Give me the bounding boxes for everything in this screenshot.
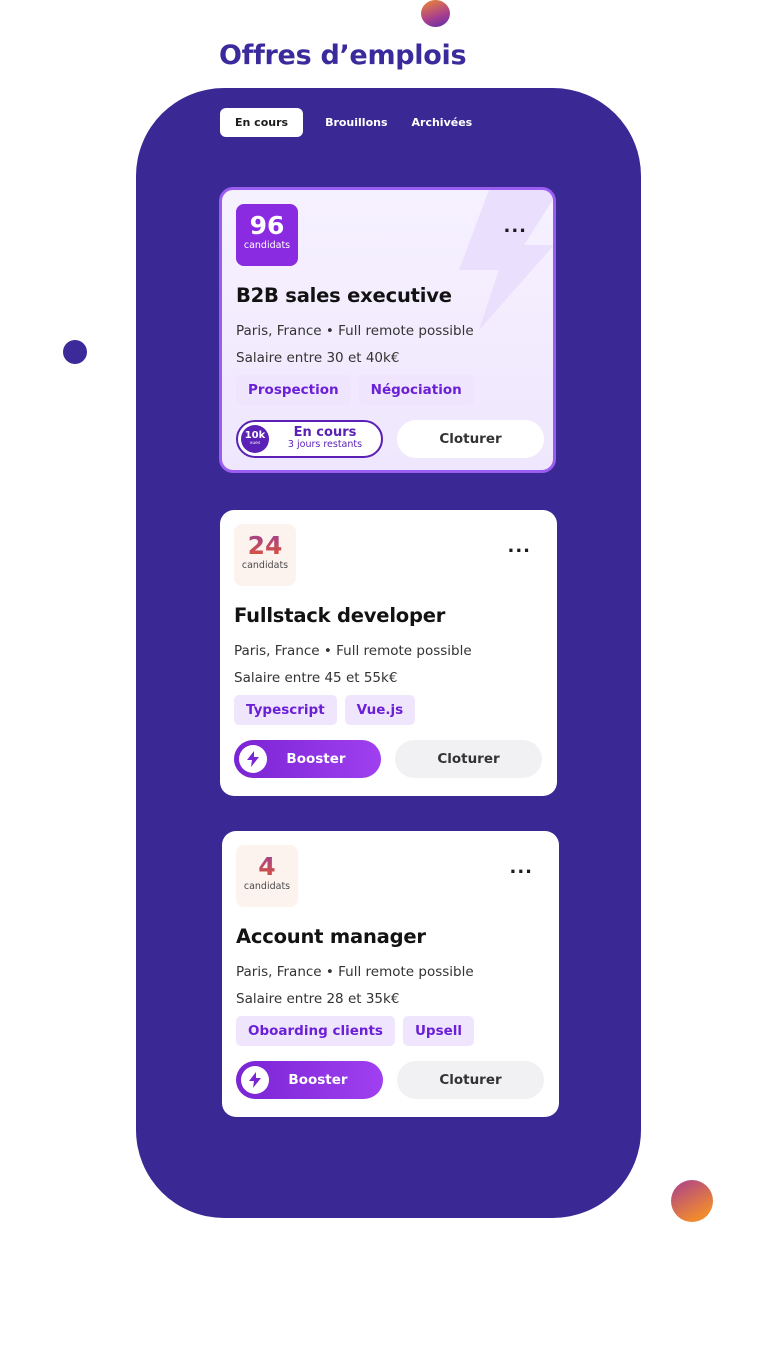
- views-label: vues: [249, 441, 261, 446]
- lightning-bolt-icon: [239, 745, 267, 773]
- job-title: Fullstack developer: [234, 604, 446, 627]
- tag: Négociation: [358, 375, 474, 405]
- page-title: Offres d’emplois: [219, 40, 467, 71]
- card-actions: Booster Cloturer: [234, 740, 542, 778]
- booster-button[interactable]: Booster: [236, 1061, 383, 1099]
- tag: Oboarding clients: [236, 1016, 395, 1046]
- lightning-bolt-icon: [459, 190, 553, 330]
- job-location: Paris, France • Full remote possible: [236, 323, 474, 339]
- job-card[interactable]: 96 candidats ... B2B sales executive Par…: [219, 187, 556, 473]
- views-count: 10k: [244, 430, 266, 441]
- decorative-dot-right: [671, 1180, 713, 1222]
- tab-en-cours[interactable]: En cours: [220, 108, 304, 137]
- booster-button[interactable]: Booster: [234, 740, 381, 778]
- job-location: Paris, France • Full remote possible: [234, 643, 472, 659]
- booster-label: Booster: [288, 1072, 348, 1088]
- candidates-label: candidats: [243, 240, 291, 251]
- tag: Prospection: [236, 375, 351, 405]
- tab-archivees[interactable]: Archivées: [400, 108, 485, 137]
- tag: Upsell: [402, 1016, 475, 1046]
- job-card[interactable]: 24 candidats ... Fullstack developer Par…: [220, 510, 557, 796]
- job-title: Account manager: [236, 925, 426, 948]
- job-card[interactable]: 4 candidats ... Account manager Paris, F…: [222, 831, 559, 1117]
- status-label: En cours: [293, 425, 357, 440]
- job-salary: Salaire entre 45 et 55k€: [234, 670, 398, 686]
- status-pill[interactable]: 10k vues En cours 3 jours restants: [236, 420, 383, 458]
- job-salary: Salaire entre 30 et 40k€: [236, 350, 400, 366]
- booster-label: Booster: [286, 751, 346, 767]
- status-text: En cours 3 jours restants: [269, 425, 381, 451]
- close-button[interactable]: Cloturer: [397, 420, 544, 458]
- job-salary: Salaire entre 28 et 35k€: [236, 991, 400, 1007]
- tab-brouillons[interactable]: Brouillons: [313, 108, 399, 137]
- job-location: Paris, France • Full remote possible: [236, 964, 474, 980]
- close-button[interactable]: Cloturer: [395, 740, 542, 778]
- candidates-label: candidats: [241, 560, 289, 571]
- more-dots-icon[interactable]: ...: [507, 538, 531, 556]
- job-title: B2B sales executive: [236, 284, 452, 307]
- candidates-label: candidats: [243, 881, 291, 892]
- tab-bar: En cours Brouillons Archivées: [220, 108, 484, 137]
- tag: Typescript: [234, 695, 337, 725]
- close-button[interactable]: Cloturer: [397, 1061, 544, 1099]
- phone-frame: En cours Brouillons Archivées 96 candida…: [136, 88, 641, 1218]
- candidates-badge: 4 candidats: [236, 845, 298, 907]
- status-sublabel: 3 jours restants: [287, 439, 363, 450]
- more-dots-icon[interactable]: ...: [509, 859, 533, 877]
- card-actions: Booster Cloturer: [236, 1061, 544, 1099]
- decorative-dot-left: [63, 340, 87, 364]
- candidates-count: 96: [249, 211, 285, 240]
- decorative-dot-top: [421, 0, 450, 27]
- card-actions: 10k vues En cours 3 jours restants Clotu…: [236, 420, 544, 458]
- lightning-bolt-icon: [241, 1066, 269, 1094]
- candidates-count: 4: [236, 845, 298, 881]
- views-badge: 10k vues: [241, 425, 269, 453]
- tag-list: Prospection Négociation: [236, 375, 482, 405]
- candidates-count: 24: [234, 524, 296, 560]
- candidates-badge: 96 candidats: [236, 204, 298, 266]
- tag-list: Typescript Vue.js: [234, 695, 423, 725]
- tag: Vue.js: [344, 695, 416, 725]
- more-dots-icon[interactable]: ...: [503, 218, 527, 236]
- candidates-badge: 24 candidats: [234, 524, 296, 586]
- tag-list: Oboarding clients Upsell: [236, 1016, 482, 1046]
